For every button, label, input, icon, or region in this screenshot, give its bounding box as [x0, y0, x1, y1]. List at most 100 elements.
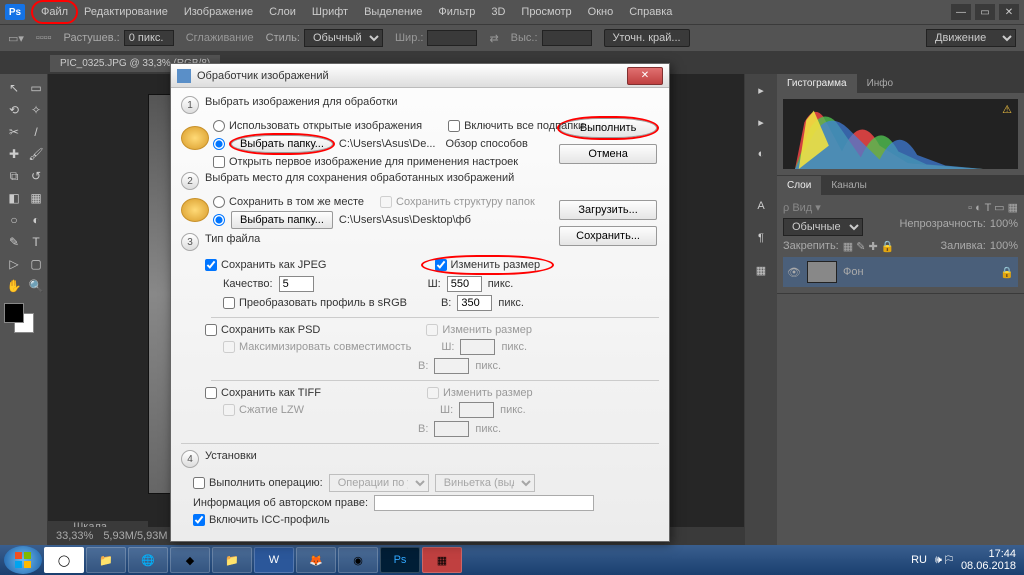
shape-tool[interactable]: ▢	[26, 254, 46, 274]
fill-value[interactable]: 100%	[990, 240, 1018, 253]
visibility-icon[interactable]: 👁	[787, 266, 801, 279]
brush-tool[interactable]: 🖌	[26, 144, 46, 164]
menu-help[interactable]: Справка	[621, 2, 680, 22]
select-dest-folder-button[interactable]: Выбрать папку...	[231, 211, 333, 229]
save-psd-checkbox[interactable]	[205, 324, 217, 336]
menu-3d[interactable]: 3D	[483, 2, 513, 22]
task-app2[interactable]: ◉	[338, 547, 378, 573]
color-swatches[interactable]	[4, 303, 34, 333]
adjustments-panel-icon[interactable]: ◐	[749, 142, 773, 166]
menu-layers[interactable]: Слои	[261, 2, 304, 22]
opacity-value[interactable]: 100%	[990, 218, 1018, 236]
icc-checkbox[interactable]	[193, 514, 205, 526]
dialog-close-button[interactable]: ✕	[627, 67, 663, 85]
menu-type[interactable]: Шрифт	[304, 2, 356, 22]
task-chrome[interactable]: 🌐	[128, 547, 168, 573]
blend-mode-select[interactable]: Обычные	[783, 218, 863, 236]
history-panel-icon[interactable]: ▸	[749, 78, 773, 102]
menu-edit[interactable]: Редактирование	[76, 2, 176, 22]
path-tool[interactable]: ▷	[4, 254, 24, 274]
zoom-tool[interactable]: 🔍	[26, 276, 46, 296]
gradient-tool[interactable]: ▦	[26, 188, 46, 208]
menu-view[interactable]: Просмотр	[513, 2, 579, 22]
menu-file[interactable]: Файл	[33, 2, 76, 22]
maximize-button[interactable]: ▭	[975, 4, 995, 20]
type-tool[interactable]: T	[26, 232, 46, 252]
clock-time: 17:44	[961, 548, 1016, 560]
jpeg-width-input[interactable]	[447, 276, 482, 292]
workspace-select[interactable]: Движение	[926, 29, 1016, 47]
close-button[interactable]: ✕	[999, 4, 1019, 20]
menu-image[interactable]: Изображение	[176, 2, 261, 22]
channels-tab[interactable]: Каналы	[821, 176, 877, 195]
copyright-input[interactable]	[374, 495, 594, 511]
ps-logo: Ps	[5, 4, 25, 20]
run-action-checkbox[interactable]	[193, 477, 205, 489]
px-label: пикс.	[500, 404, 526, 416]
select-folder-radio[interactable]	[213, 138, 225, 150]
marquee-tool-icon[interactable]: ▭▾	[8, 32, 24, 45]
px-label: пикс.	[488, 278, 514, 290]
menu-window[interactable]: Окно	[580, 2, 622, 22]
save-tiff-checkbox[interactable]	[205, 387, 217, 399]
layers-panel: Слои Каналы ρ Вид ▾ ▫ ◐ T ▭ ▦ Обычные Не…	[777, 176, 1024, 294]
eyedropper-tool[interactable]: /	[26, 122, 46, 142]
minimize-button[interactable]: —	[951, 4, 971, 20]
include-sub-checkbox[interactable]	[448, 120, 460, 132]
open-first-checkbox[interactable]	[213, 156, 225, 168]
jpeg-height-input[interactable]	[457, 295, 492, 311]
actions-panel-icon[interactable]: ▸	[749, 110, 773, 134]
crop-tool[interactable]: ✂	[4, 122, 24, 142]
refine-edge-button[interactable]: Уточн. край...	[604, 29, 690, 47]
task-app1[interactable]: ◆	[170, 547, 210, 573]
histogram-tab[interactable]: Гистограмма	[777, 74, 857, 93]
history-brush-tool[interactable]: ↺	[26, 166, 46, 186]
menu-filter[interactable]: Фильтр	[430, 2, 483, 22]
doc-size: 5,93M/5,93M	[103, 530, 167, 542]
srgb-checkbox[interactable]	[223, 297, 235, 309]
dialog-titlebar[interactable]: Обработчик изображений ✕	[171, 64, 669, 88]
menu-select[interactable]: Выделение	[356, 2, 430, 22]
layer-row[interactable]: 👁 Фон 🔒	[783, 257, 1018, 287]
dodge-tool[interactable]: ◐	[26, 210, 46, 230]
save-same-radio[interactable]	[213, 196, 225, 208]
info-tab[interactable]: Инфо	[857, 74, 904, 93]
task-folder[interactable]: 📁	[212, 547, 252, 573]
lasso-tool[interactable]: ⟲	[4, 100, 24, 120]
layers-tab[interactable]: Слои	[777, 176, 821, 195]
start-button[interactable]	[4, 546, 42, 574]
pen-tool[interactable]: ✎	[4, 232, 24, 252]
select-source-folder-button[interactable]: Выбрать папку...	[231, 135, 333, 153]
lang-indicator[interactable]: RU	[911, 554, 927, 566]
resize-jpeg-checkbox[interactable]	[435, 259, 447, 271]
task-firefox[interactable]: 🦊	[296, 547, 336, 573]
type-panel-icon[interactable]: A	[749, 194, 773, 218]
select-dest-radio[interactable]	[213, 214, 225, 226]
save-jpeg-checkbox[interactable]	[205, 259, 217, 271]
lzw-checkbox	[223, 404, 235, 416]
eraser-tool[interactable]: ◧	[4, 188, 24, 208]
paragraph-panel-icon[interactable]: ¶	[749, 226, 773, 250]
save-button[interactable]: Сохранить...	[559, 226, 657, 246]
hand-tool[interactable]: ✋	[4, 276, 24, 296]
zoom-level[interactable]: 33,33%	[56, 530, 93, 542]
library-panel-icon[interactable]: ▦	[749, 258, 773, 282]
quality-input[interactable]	[279, 276, 314, 292]
task-word[interactable]: W	[254, 547, 294, 573]
system-tray[interactable]: RU 🕪 ⚐ 17:44 08.06.2018	[911, 548, 1020, 572]
blur-tool[interactable]: ○	[4, 210, 24, 230]
heal-tool[interactable]: ✚	[4, 144, 24, 164]
options-bar: ▭▾ ▫▫▫▫ Растушев.: Сглаживание Стиль: Об…	[0, 24, 1024, 52]
use-open-radio[interactable]	[213, 120, 225, 132]
task-yandex[interactable]: ◯	[44, 547, 84, 573]
move-tool[interactable]: ↖	[4, 78, 24, 98]
stamp-tool[interactable]: ⧉	[4, 166, 24, 186]
task-photoshop[interactable]: Ps	[380, 547, 420, 573]
task-app3[interactable]: ▦	[422, 547, 462, 573]
task-explorer[interactable]: 📁	[86, 547, 126, 573]
tiff-w-label: Ш:	[440, 404, 453, 416]
marquee-tool[interactable]: ▭	[26, 78, 46, 98]
style-select[interactable]: Обычный	[304, 29, 383, 47]
wand-tool[interactable]: ✧	[26, 100, 46, 120]
feather-input[interactable]	[124, 30, 174, 46]
